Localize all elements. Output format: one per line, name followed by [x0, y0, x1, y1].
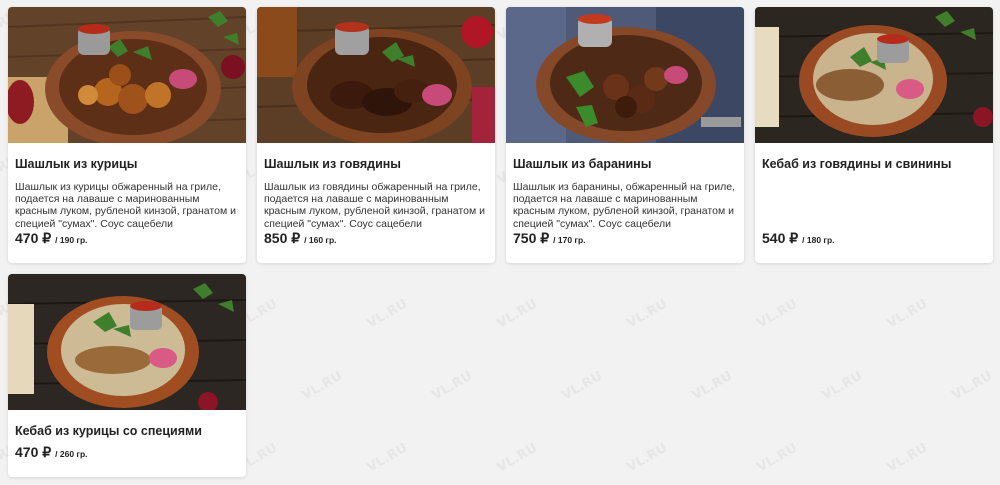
item-weight: / 160 гр.: [304, 235, 337, 245]
item-weight: / 260 гр.: [55, 449, 88, 459]
menu-card-lamb-shashlik[interactable]: Шашлык из баранины Шашлык из баранины, о…: [506, 7, 744, 263]
menu-card-spiced-chicken-kebab[interactable]: Кебаб из курицы со специями 470 ₽ / 260 …: [8, 274, 246, 477]
menu-card-beef-pork-kebab[interactable]: Кебаб из говядины и свинины 540 ₽ / 180 …: [755, 7, 993, 263]
item-title: Шашлык из курицы: [15, 157, 138, 171]
item-price: 470 ₽: [15, 230, 52, 246]
item-price: 750 ₽: [513, 230, 550, 246]
item-price: 850 ₽: [264, 230, 301, 246]
item-weight: / 170 гр.: [553, 235, 586, 245]
price-row: 850 ₽ / 160 гр.: [264, 230, 337, 247]
spiced-chicken-kebab-photo: [8, 274, 246, 410]
beef-shashlik-photo: [257, 7, 495, 143]
lamb-shashlik-photo: [506, 7, 744, 143]
item-title: Шашлык из баранины: [513, 157, 652, 171]
chicken-shashlik-photo: [8, 7, 246, 143]
item-description: Шашлык из баранины, обжаренный на гриле,…: [513, 181, 735, 230]
price-row: 470 ₽ / 190 гр.: [15, 230, 88, 247]
price-row: 470 ₽ / 260 гр.: [15, 444, 88, 461]
item-weight: / 180 гр.: [802, 235, 835, 245]
beef-pork-kebab-photo: [755, 7, 993, 143]
item-title: Шашлык из говядины: [264, 157, 401, 171]
menu-card-beef-shashlik[interactable]: Шашлык из говядины Шашлык из говядины об…: [257, 7, 495, 263]
item-weight: / 190 гр.: [55, 235, 88, 245]
item-title: Кебаб из курицы со специями: [15, 424, 202, 438]
item-description: Шашлык из говядины обжаренный на гриле, …: [264, 181, 485, 230]
price-row: 540 ₽ / 180 гр.: [762, 230, 835, 247]
item-description: Шашлык из курицы обжаренный на гриле, по…: [15, 181, 236, 230]
item-price: 470 ₽: [15, 444, 52, 460]
menu-card-chicken-shashlik[interactable]: Шашлык из курицы Шашлык из курицы обжаре…: [8, 7, 246, 263]
menu-grid: Шашлык из курицы Шашлык из курицы обжаре…: [8, 7, 993, 477]
item-price: 540 ₽: [762, 230, 799, 246]
price-row: 750 ₽ / 170 гр.: [513, 230, 586, 247]
item-title: Кебаб из говядины и свинины: [762, 157, 952, 171]
